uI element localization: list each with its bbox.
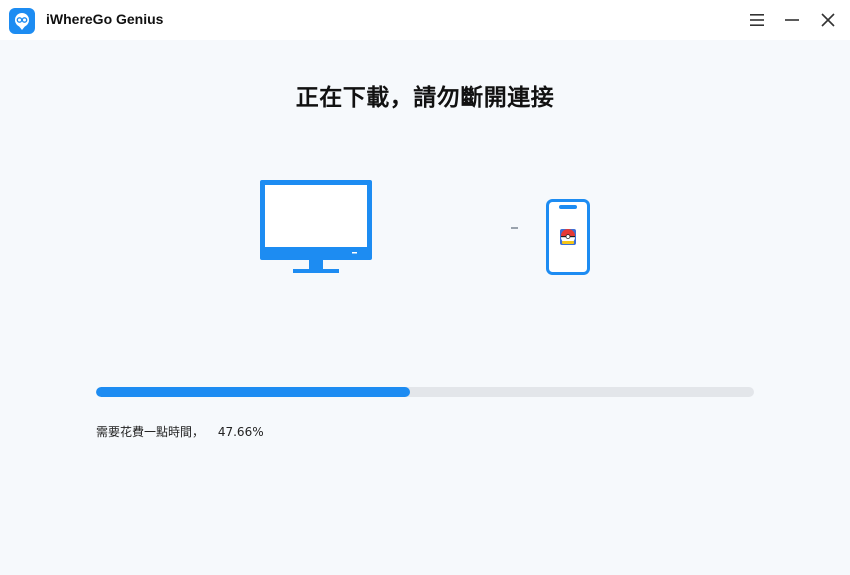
phone-icon — [546, 199, 590, 275]
hamburger-menu-icon — [750, 14, 764, 26]
app-title: iWhereGo Genius — [46, 11, 164, 27]
title-bar: iWhereGo Genius — [0, 0, 850, 40]
close-icon — [821, 13, 835, 27]
app-window: iWhereGo Genius 正在下載，請勿斷開連接 需要花費一點時間， 47… — [0, 0, 850, 575]
progress-bar — [96, 387, 754, 397]
monitor-icon — [260, 180, 372, 273]
pokemon-go-app-icon — [560, 229, 576, 245]
minimize-button[interactable] — [781, 9, 803, 31]
close-button[interactable] — [817, 9, 839, 31]
page-title: 正在下載，請勿斷開連接 — [295, 85, 555, 111]
app-logo-icon — [9, 8, 35, 34]
minimize-icon — [785, 19, 799, 21]
progress-message: 需要花費一點時間， — [96, 425, 205, 439]
progress-status: 需要花費一點時間， 47.66% — [96, 423, 264, 440]
progress-percent: 47.66% — [217, 425, 264, 439]
progress-bar-fill — [96, 387, 410, 397]
connection-indicator — [511, 227, 518, 229]
menu-button[interactable] — [746, 9, 768, 31]
